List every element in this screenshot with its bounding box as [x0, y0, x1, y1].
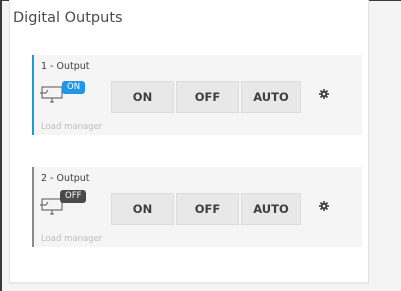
page: Digital Outputs 1 - Output ON ON OFF AUT… — [0, 0, 401, 291]
output-card-1: 1 - Output ON ON OFF AUTO Load manager — [32, 55, 362, 135]
output-card-2: 2 - Output OFF ON OFF AUTO Load manager — [32, 167, 362, 247]
panel-title: Digital Outputs — [13, 10, 123, 26]
card-footer-label: Load manager — [41, 234, 103, 244]
auto-button[interactable]: AUTO — [241, 81, 301, 113]
gear-icon[interactable] — [317, 199, 331, 213]
on-button[interactable]: ON — [111, 81, 174, 113]
state-badge-on: ON — [62, 81, 86, 94]
output-title: 2 - Output — [41, 173, 90, 184]
card-footer-label: Load manager — [41, 122, 103, 132]
on-button[interactable]: ON — [111, 193, 174, 225]
digital-outputs-panel: Digital Outputs 1 - Output ON ON OFF AUT… — [9, 0, 369, 283]
off-button[interactable]: OFF — [176, 193, 239, 225]
gear-icon[interactable] — [317, 87, 331, 101]
off-button[interactable]: OFF — [176, 81, 239, 113]
card-accent-bar — [32, 167, 34, 247]
output-title: 1 - Output — [41, 61, 90, 72]
state-badge-off: OFF — [60, 190, 87, 203]
auto-button[interactable]: AUTO — [241, 193, 301, 225]
card-accent-bar — [32, 55, 34, 135]
window-left-border — [0, 0, 2, 291]
